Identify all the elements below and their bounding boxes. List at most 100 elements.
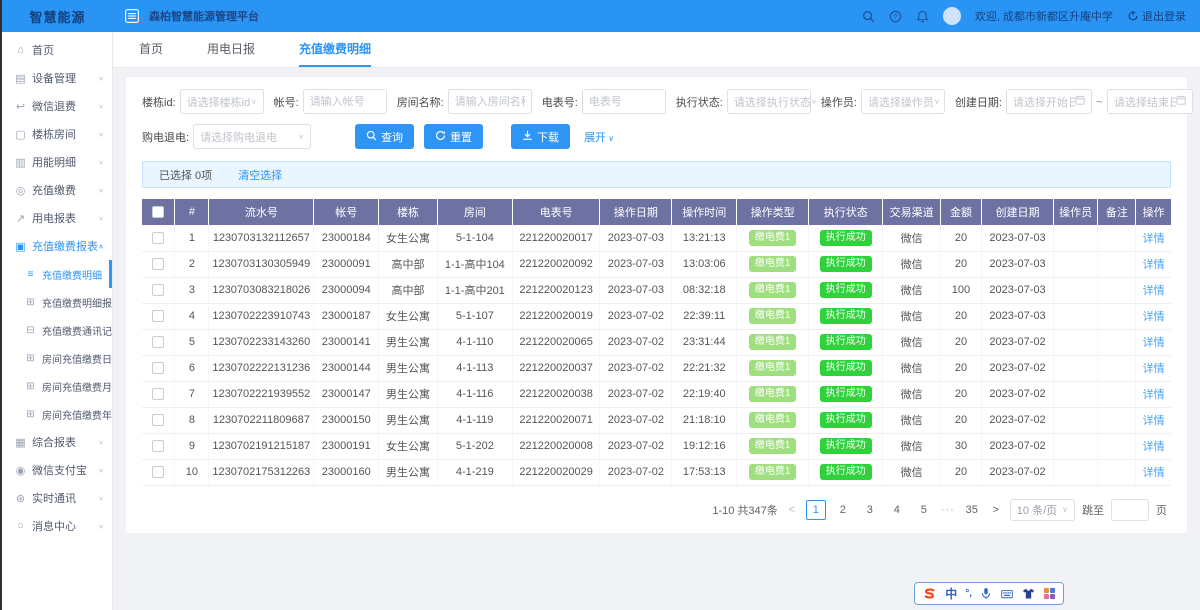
detail-link[interactable]: 详情 (1143, 259, 1165, 271)
page-button-35[interactable]: 35 (962, 500, 982, 520)
clear-selection-link[interactable]: 清空选择 (238, 167, 282, 183)
cell-operator (1054, 303, 1098, 329)
tab-recharge-payment-detail[interactable]: 充值缴费明细 (299, 32, 371, 67)
sidebar-item-recharge-detail[interactable]: ≡充值缴费明细 (2, 260, 112, 288)
room-name-input[interactable] (448, 89, 532, 114)
avatar[interactable] (943, 7, 961, 25)
create-date-end-picker[interactable]: 请选择结束日期 (1107, 89, 1193, 114)
select-all-checkbox[interactable] (152, 206, 164, 218)
detail-link[interactable]: 详情 (1143, 233, 1165, 245)
download-button[interactable]: 下载 (511, 124, 570, 149)
next-page-button[interactable]: > (989, 504, 1003, 516)
detail-link[interactable]: 详情 (1143, 467, 1165, 479)
topbar: 智慧能源 森柏智慧能源管理平台 ? 欢迎, 成都市新都区升庵中学 退出登录 (2, 0, 1200, 32)
prev-page-button[interactable]: < (785, 504, 799, 516)
table-row: 1123070313211265723000184女生公寓5-1-1042212… (142, 225, 1171, 251)
row-checkbox[interactable] (152, 466, 164, 478)
detail-link[interactable]: 详情 (1143, 441, 1165, 453)
page-button-1[interactable]: 1 (806, 500, 826, 520)
sogou-logo-icon[interactable] (922, 586, 937, 601)
ime-punctuation-toggle[interactable]: °, (965, 588, 972, 599)
sidebar-item-recharge-payment[interactable]: ◎充值缴费∨ (2, 176, 112, 204)
account-input[interactable] (303, 89, 387, 114)
sidebar-item-recharge-comm-log[interactable]: ⊟充值缴费通讯记录 (2, 316, 112, 344)
meter-no-input[interactable] (582, 89, 666, 114)
cell-building: 高中部 (379, 251, 438, 277)
filter-label-exec-status: 执行状态: (676, 94, 723, 110)
row-checkbox[interactable] (152, 258, 164, 270)
sidebar-item-comprehensive-report[interactable]: ▦综合报表∨ (2, 428, 112, 456)
detail-link[interactable]: 详情 (1143, 311, 1165, 323)
row-checkbox[interactable] (152, 284, 164, 296)
sidebar-item-energy-usage-detail[interactable]: ▥用能明细∨ (2, 148, 112, 176)
tab-power-daily-report[interactable]: 用电日报 (207, 32, 255, 67)
detail-link[interactable]: 详情 (1143, 363, 1165, 375)
filter-group-operator: 操作员:请选择操作员∨ (821, 89, 945, 114)
building-id-select[interactable]: 请选择楼栋id∨ (180, 89, 264, 114)
skin-icon[interactable] (1022, 587, 1035, 600)
cell-building: 女生公寓 (379, 303, 438, 329)
purchase-refund-select[interactable]: 请选择购电退电∨ (193, 124, 311, 149)
create-date-start-picker[interactable]: 请选择开始日期 (1006, 89, 1092, 114)
svg-text:?: ? (893, 12, 897, 21)
help-icon[interactable]: ? (889, 10, 902, 23)
row-checkbox[interactable] (152, 310, 164, 322)
virtual-keyboard-icon[interactable] (1000, 588, 1014, 600)
page-button-5[interactable]: 5 (914, 500, 934, 520)
sidebar-item-room-recharge-monthly[interactable]: ⊞房间充值缴费月报 (2, 372, 112, 400)
cell-op_date: 2023-07-02 (600, 303, 672, 329)
menu-collapse-icon[interactable] (125, 9, 139, 23)
operator-select[interactable]: 请选择操作员∨ (861, 89, 945, 114)
sidebar-item-wechat-refund[interactable]: ↩微信退费∨ (2, 92, 112, 120)
toolbox-icon[interactable] (1043, 587, 1056, 600)
row-checkbox[interactable] (152, 362, 164, 374)
row-checkbox-cell (142, 251, 175, 277)
page-button-2[interactable]: 2 (833, 500, 853, 520)
row-checkbox-cell (142, 381, 175, 407)
tab-home[interactable]: 首页 (139, 32, 163, 67)
detail-link[interactable]: 详情 (1143, 337, 1165, 349)
row-checkbox[interactable] (152, 440, 164, 452)
search-button[interactable]: 查询 (355, 124, 414, 149)
sidebar-item-building-room[interactable]: ▢楼栋房间∨ (2, 120, 112, 148)
jump-page-input[interactable] (1111, 499, 1149, 521)
detail-link[interactable]: 详情 (1143, 415, 1165, 427)
ime-language-toggle[interactable]: 中 (945, 585, 957, 602)
row-checkbox[interactable] (152, 414, 164, 426)
sidebar-item-device-management[interactable]: ▤设备管理∨ (2, 64, 112, 92)
sidebar-item-realtime-comm[interactable]: ⊛实时通讯∨ (2, 484, 112, 512)
exec-status-select[interactable]: 请选择执行状态∨ (727, 89, 811, 114)
cell-amount: 100 (940, 277, 981, 303)
welcome-text: 欢迎, 成都市新都区升庵中学 (975, 8, 1113, 24)
detail-link[interactable]: 详情 (1143, 285, 1165, 297)
table-row: 5123070223314326023000141男生公寓4-1-1102212… (142, 329, 1171, 355)
sidebar-item-home[interactable]: ⌂首页 (2, 36, 112, 64)
expand-toggle[interactable]: 展开 ∨ (584, 129, 614, 145)
row-checkbox[interactable] (152, 336, 164, 348)
page-button-4[interactable]: 4 (887, 500, 907, 520)
sidebar-item-message-center[interactable]: ○消息中心∨ (2, 512, 112, 540)
cell-create_date: 2023-07-02 (982, 433, 1054, 459)
sidebar-item-wechat-alipay[interactable]: ◉微信支付宝∨ (2, 456, 112, 484)
logout-button[interactable]: 退出登录 (1127, 8, 1186, 24)
cell-action: 详情 (1136, 277, 1171, 303)
row-checkbox[interactable] (152, 232, 164, 244)
bell-icon[interactable] (916, 10, 929, 23)
sidebar-item-power-report[interactable]: ↗用电报表∨ (2, 204, 112, 232)
reset-button[interactable]: 重置 (424, 124, 483, 149)
search-icon[interactable] (862, 10, 875, 23)
filter-group-exec-status: 执行状态:请选择执行状态∨ (676, 89, 811, 114)
sidebar-item-recharge-report[interactable]: ▣充值缴费报表∧ (2, 232, 112, 260)
page-size-select[interactable]: 10 条/页∨ (1010, 499, 1075, 521)
grid-icon: ⊞ (24, 381, 37, 392)
cell-action: 详情 (1136, 381, 1171, 407)
detail-link[interactable]: 详情 (1143, 389, 1165, 401)
row-checkbox[interactable] (152, 388, 164, 400)
sidebar-item-room-recharge-daily[interactable]: ⊞房间充值缴费日报 (2, 344, 112, 372)
chevron-down-icon: ∨ (934, 98, 940, 105)
microphone-icon[interactable] (980, 587, 992, 600)
cell-operator (1054, 381, 1098, 407)
page-button-3[interactable]: 3 (860, 500, 880, 520)
sidebar-item-recharge-detail-report[interactable]: ⊞充值缴费明细报表 (2, 288, 112, 316)
sidebar-item-room-recharge-yearly[interactable]: ⊞房间充值缴费年报 (2, 400, 112, 428)
